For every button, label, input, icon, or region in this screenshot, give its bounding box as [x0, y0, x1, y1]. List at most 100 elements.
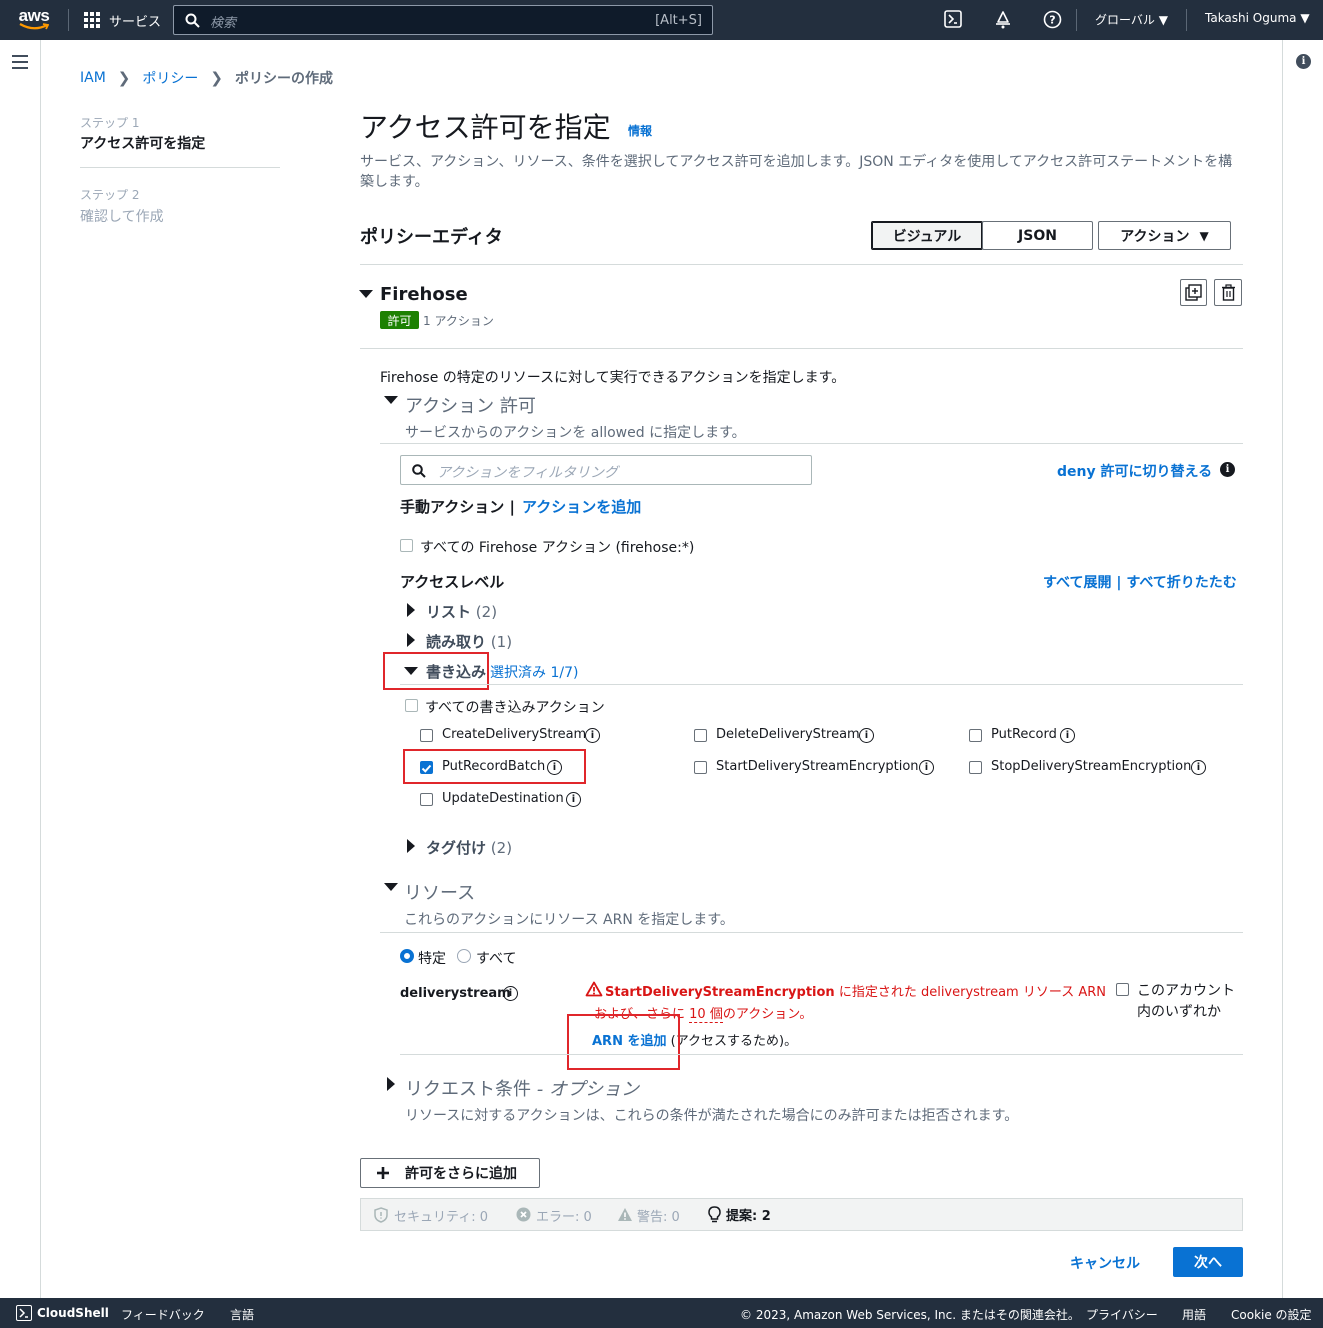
info-icon[interactable]: i — [585, 728, 600, 743]
expand-read-icon[interactable] — [407, 633, 415, 647]
checkbox-update-destination[interactable] — [420, 793, 433, 806]
info-icon[interactable]: i — [566, 792, 581, 807]
warning-count[interactable]: 警告: 0 — [637, 1206, 680, 1225]
search-input[interactable]: 検索 [Alt+S] — [173, 5, 713, 35]
checkbox-create-delivery-stream[interactable] — [420, 729, 433, 742]
tab-json[interactable]: JSON — [982, 221, 1093, 250]
security-count[interactable]: セキュリティ: 0 — [394, 1206, 488, 1225]
left-sidebar — [0, 40, 41, 1298]
delete-button[interactable] — [1214, 279, 1242, 306]
all-write-actions-checkbox[interactable] — [405, 699, 418, 712]
collapse-resources-icon[interactable] — [384, 883, 398, 891]
help-icon[interactable]: ? — [1043, 10, 1063, 30]
warning-icon — [585, 981, 603, 997]
collapse-actions-icon[interactable] — [384, 396, 398, 404]
divider — [1186, 9, 1187, 31]
breadcrumb-policies[interactable]: ポリシー — [142, 68, 198, 88]
right-sidebar: i — [1282, 40, 1323, 1298]
any-in-account-checkbox[interactable] — [1116, 983, 1129, 996]
action-filter-input[interactable]: アクションをフィルタリング — [400, 455, 812, 485]
resource-warning-line1: StartDeliveryStreamEncryption に指定された del… — [605, 985, 1106, 1000]
terms-link[interactable]: 用語 — [1182, 1306, 1206, 1323]
duplicate-icon — [1185, 284, 1202, 301]
breadcrumb-iam[interactable]: IAM — [80, 70, 106, 86]
step-1-number: ステップ 1 — [80, 116, 140, 130]
services-grid-icon[interactable] — [84, 12, 101, 29]
tab-visual[interactable]: ビジュアル — [871, 221, 983, 250]
access-level-list[interactable]: リスト (2) — [426, 601, 497, 622]
divider — [360, 264, 1243, 265]
cloudshell-link[interactable]: CloudShell — [37, 1306, 109, 1320]
action-update-destination: UpdateDestination — [442, 791, 564, 806]
services-menu[interactable]: サービス — [109, 11, 161, 30]
divider — [1076, 9, 1077, 31]
more-actions-link[interactable]: 10 個 — [689, 1007, 723, 1023]
expand-conditions-icon[interactable] — [387, 1077, 395, 1091]
caret-down-icon: ▼ — [1199, 228, 1209, 243]
service-name: Firehose — [380, 284, 468, 305]
suggestion-count[interactable]: 提案: 2 — [726, 1205, 771, 1224]
checkbox-delete-delivery-stream[interactable] — [694, 729, 707, 742]
expand-tagging-icon[interactable] — [407, 839, 415, 853]
step-2-label: 確認して作成 — [80, 209, 164, 225]
write-selected-count: 選択済み 1/7) — [490, 665, 579, 681]
access-level-tagging[interactable]: タグ付け (2) — [426, 837, 512, 858]
breadcrumb: IAM ❯ ポリシー ❯ ポリシーの作成 — [80, 68, 333, 88]
collapse-all-link[interactable]: すべて折りたたむ — [1126, 575, 1236, 591]
duplicate-button[interactable] — [1180, 279, 1207, 306]
expand-list-icon[interactable] — [407, 603, 415, 617]
all-firehose-actions-checkbox[interactable] — [400, 539, 413, 552]
action-create-delivery-stream: CreateDeliveryStream — [442, 727, 587, 742]
manual-actions-label: 手動アクション | — [400, 498, 515, 516]
add-more-permissions-button[interactable]: 許可をさらに追加 — [360, 1158, 540, 1188]
menu-hamburger-icon[interactable] — [12, 55, 28, 69]
action-put-record: PutRecord — [991, 727, 1057, 742]
action-count: 1 アクション — [423, 314, 494, 328]
next-button[interactable]: 次へ — [1173, 1247, 1243, 1277]
account-menu[interactable]: Takashi Oguma ▼ — [1205, 11, 1310, 25]
trash-icon — [1221, 284, 1235, 301]
cloudshell-icon[interactable] — [944, 10, 964, 30]
resources-title: リソース — [404, 883, 476, 904]
radio-specific[interactable] — [400, 949, 414, 963]
divider — [380, 443, 1243, 444]
expand-collapse-links: すべて展開 | すべて折りたたむ — [1043, 575, 1237, 591]
info-icon[interactable]: i — [1191, 760, 1206, 775]
cloudshell-footer-icon — [16, 1305, 32, 1321]
warning-icon — [618, 1208, 632, 1221]
collapse-service-icon[interactable] — [359, 290, 373, 298]
checkbox-put-record[interactable] — [969, 729, 982, 742]
cookie-settings-link[interactable]: Cookie の設定 — [1231, 1306, 1312, 1323]
info-panel-icon[interactable]: i — [1296, 54, 1311, 69]
step-2-number: ステップ 2 — [80, 188, 140, 202]
policy-editor-title: ポリシーエディタ — [360, 227, 503, 248]
footer: CloudShell フィードバック 言語 © 2023, Amazon Web… — [0, 1298, 1323, 1328]
error-count[interactable]: エラー: 0 — [536, 1206, 592, 1225]
info-icon[interactable]: i — [919, 760, 934, 775]
action-stop-delivery-stream-encryption: StopDeliveryStreamEncryption — [991, 759, 1192, 774]
notifications-bell-icon[interactable] — [993, 10, 1013, 30]
aws-logo[interactable]: aws — [14, 7, 54, 33]
privacy-link[interactable]: プライバシー — [1086, 1306, 1158, 1323]
info-icon[interactable]: i — [503, 986, 518, 1001]
checkbox-start-delivery-stream-encryption[interactable] — [694, 761, 707, 774]
actions-dropdown[interactable]: アクション ▼ — [1098, 221, 1231, 250]
info-link[interactable]: 情報 — [628, 122, 652, 139]
feedback-link[interactable]: フィードバック — [121, 1306, 205, 1323]
access-level-title: アクセスレベル — [400, 573, 505, 591]
checkbox-stop-delivery-stream-encryption[interactable] — [969, 761, 982, 774]
info-icon[interactable]: i — [1060, 728, 1075, 743]
radio-all[interactable] — [457, 949, 471, 963]
region-selector[interactable]: グローバル ▼ — [1095, 11, 1168, 28]
access-level-read[interactable]: 読み取り (1) — [426, 631, 512, 652]
add-actions-link[interactable]: アクションを追加 — [522, 496, 641, 517]
expand-all-link[interactable]: すべて展開 — [1043, 575, 1111, 591]
info-icon[interactable]: i — [859, 728, 874, 743]
cancel-button[interactable]: キャンセル — [1070, 1253, 1140, 1273]
switch-to-deny-link[interactable]: deny 許可に切り替える — [1057, 461, 1212, 481]
action-start-delivery-stream-encryption: StartDeliveryStreamEncryption — [716, 759, 919, 774]
search-icon — [185, 13, 200, 28]
info-icon[interactable]: i — [1220, 462, 1235, 477]
divider — [380, 932, 1243, 933]
language-link[interactable]: 言語 — [230, 1306, 254, 1323]
